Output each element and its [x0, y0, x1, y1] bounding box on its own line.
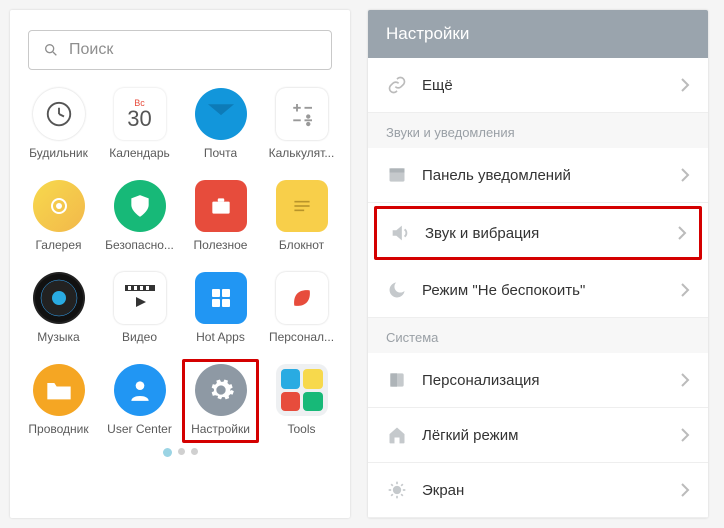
app-tools[interactable]: Tools — [263, 364, 340, 438]
theme-icon — [386, 369, 408, 391]
app-gallery[interactable]: Галерея — [20, 180, 97, 252]
mail-icon — [195, 88, 247, 140]
search-icon — [43, 42, 59, 58]
brightness-icon — [386, 479, 408, 501]
section-sounds: Звуки и уведомления — [368, 113, 708, 148]
app-mail[interactable]: Почта — [182, 88, 259, 160]
calc-icon — [276, 88, 328, 140]
settings-screen: Настройки Ещё Звуки и уведомления Панель… — [368, 10, 708, 518]
app-settings[interactable]: Настройки — [182, 359, 259, 443]
user-icon — [114, 364, 166, 416]
app-personal[interactable]: Персонал... — [263, 272, 340, 344]
panel-icon — [386, 164, 408, 186]
hotapps-icon — [195, 272, 247, 324]
app-notes[interactable]: Блокнот — [263, 180, 340, 252]
section-system: Система — [368, 318, 708, 353]
row-more[interactable]: Ещё — [368, 58, 708, 113]
row-sound-vibration[interactable]: Звук и вибрация — [374, 206, 702, 260]
row-dnd[interactable]: Режим "Не беспокоить" — [368, 263, 708, 318]
chevron-right-icon — [680, 427, 690, 443]
app-alarm[interactable]: Будильник — [20, 88, 97, 160]
row-personalization[interactable]: Персонализация — [368, 353, 708, 408]
app-video[interactable]: Видео — [101, 272, 178, 344]
tools-folder-icon — [276, 364, 328, 416]
home-icon — [386, 424, 408, 446]
video-icon — [114, 272, 166, 324]
page-title: Настройки — [368, 10, 708, 58]
row-easy-mode[interactable]: Лёгкий режим — [368, 408, 708, 463]
app-grid: Будильник Вс 30 Календарь Почта Калькуля… — [18, 88, 342, 438]
app-hotapps[interactable]: Hot Apps — [182, 272, 259, 344]
music-icon — [33, 272, 85, 324]
sound-icon — [389, 222, 411, 244]
app-calc[interactable]: Калькулят... — [263, 88, 340, 160]
shield-icon — [114, 180, 166, 232]
app-security[interactable]: Безопасно... — [101, 180, 178, 252]
search-placeholder: Поиск — [69, 41, 113, 59]
page-indicator — [18, 448, 342, 457]
chevron-right-icon — [677, 225, 687, 241]
chevron-right-icon — [680, 372, 690, 388]
row-notification-panel[interactable]: Панель уведомлений — [368, 148, 708, 203]
personal-icon — [276, 272, 328, 324]
notes-icon — [276, 180, 328, 232]
link-icon — [386, 74, 408, 96]
briefcase-icon — [195, 180, 247, 232]
chevron-right-icon — [680, 282, 690, 298]
calendar-icon: Вс 30 — [114, 88, 166, 140]
app-drawer-screen: Поиск Будильник Вс 30 Календарь Почта — [10, 10, 350, 518]
alarm-icon — [33, 88, 85, 140]
row-display[interactable]: Экран — [368, 463, 708, 518]
app-usercenter[interactable]: User Center — [101, 364, 178, 438]
chevron-right-icon — [680, 482, 690, 498]
app-useful[interactable]: Полезное — [182, 180, 259, 252]
chevron-right-icon — [680, 77, 690, 93]
moon-icon — [386, 279, 408, 301]
app-calendar[interactable]: Вс 30 Календарь — [101, 88, 178, 160]
search-input[interactable]: Поиск — [28, 30, 332, 70]
app-explorer[interactable]: Проводник — [20, 364, 97, 438]
chevron-right-icon — [680, 167, 690, 183]
gear-icon — [195, 364, 247, 416]
app-music[interactable]: Музыка — [20, 272, 97, 344]
folder-icon — [33, 364, 85, 416]
gallery-icon — [33, 180, 85, 232]
